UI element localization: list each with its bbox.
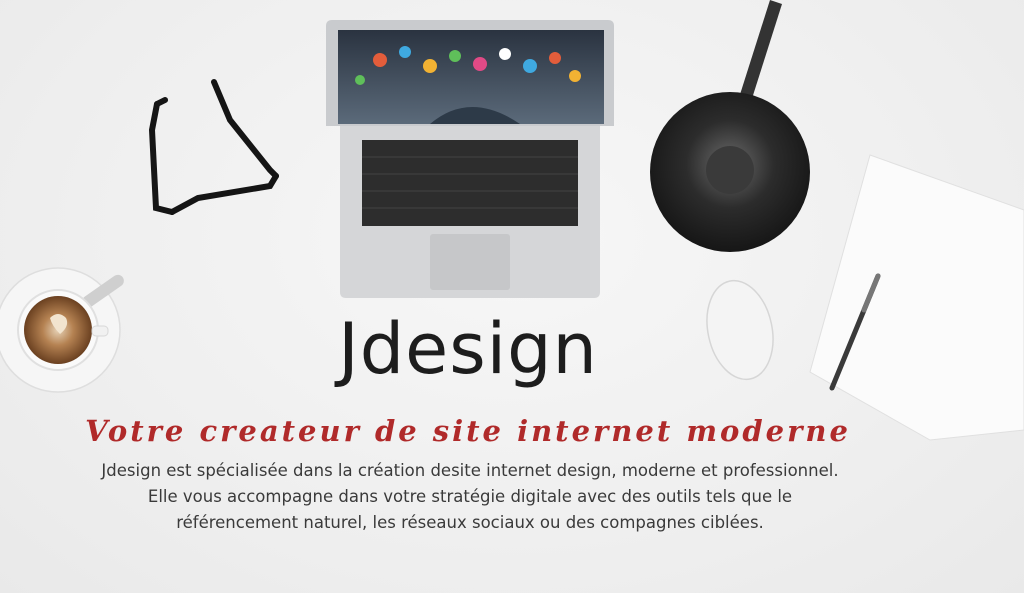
brand-title: Jdesign xyxy=(338,308,598,390)
desk-lamp-image xyxy=(650,0,810,252)
brand-tagline: Votre createur de site internet moderne xyxy=(85,414,851,448)
hero-section: Jdesign Votre createur de site internet … xyxy=(0,0,1024,593)
notepad-image xyxy=(809,154,1024,441)
glasses-image xyxy=(148,79,279,215)
brand-description: Jdesign est spécialisée dans la création… xyxy=(101,461,839,532)
laptop-image xyxy=(326,20,614,298)
